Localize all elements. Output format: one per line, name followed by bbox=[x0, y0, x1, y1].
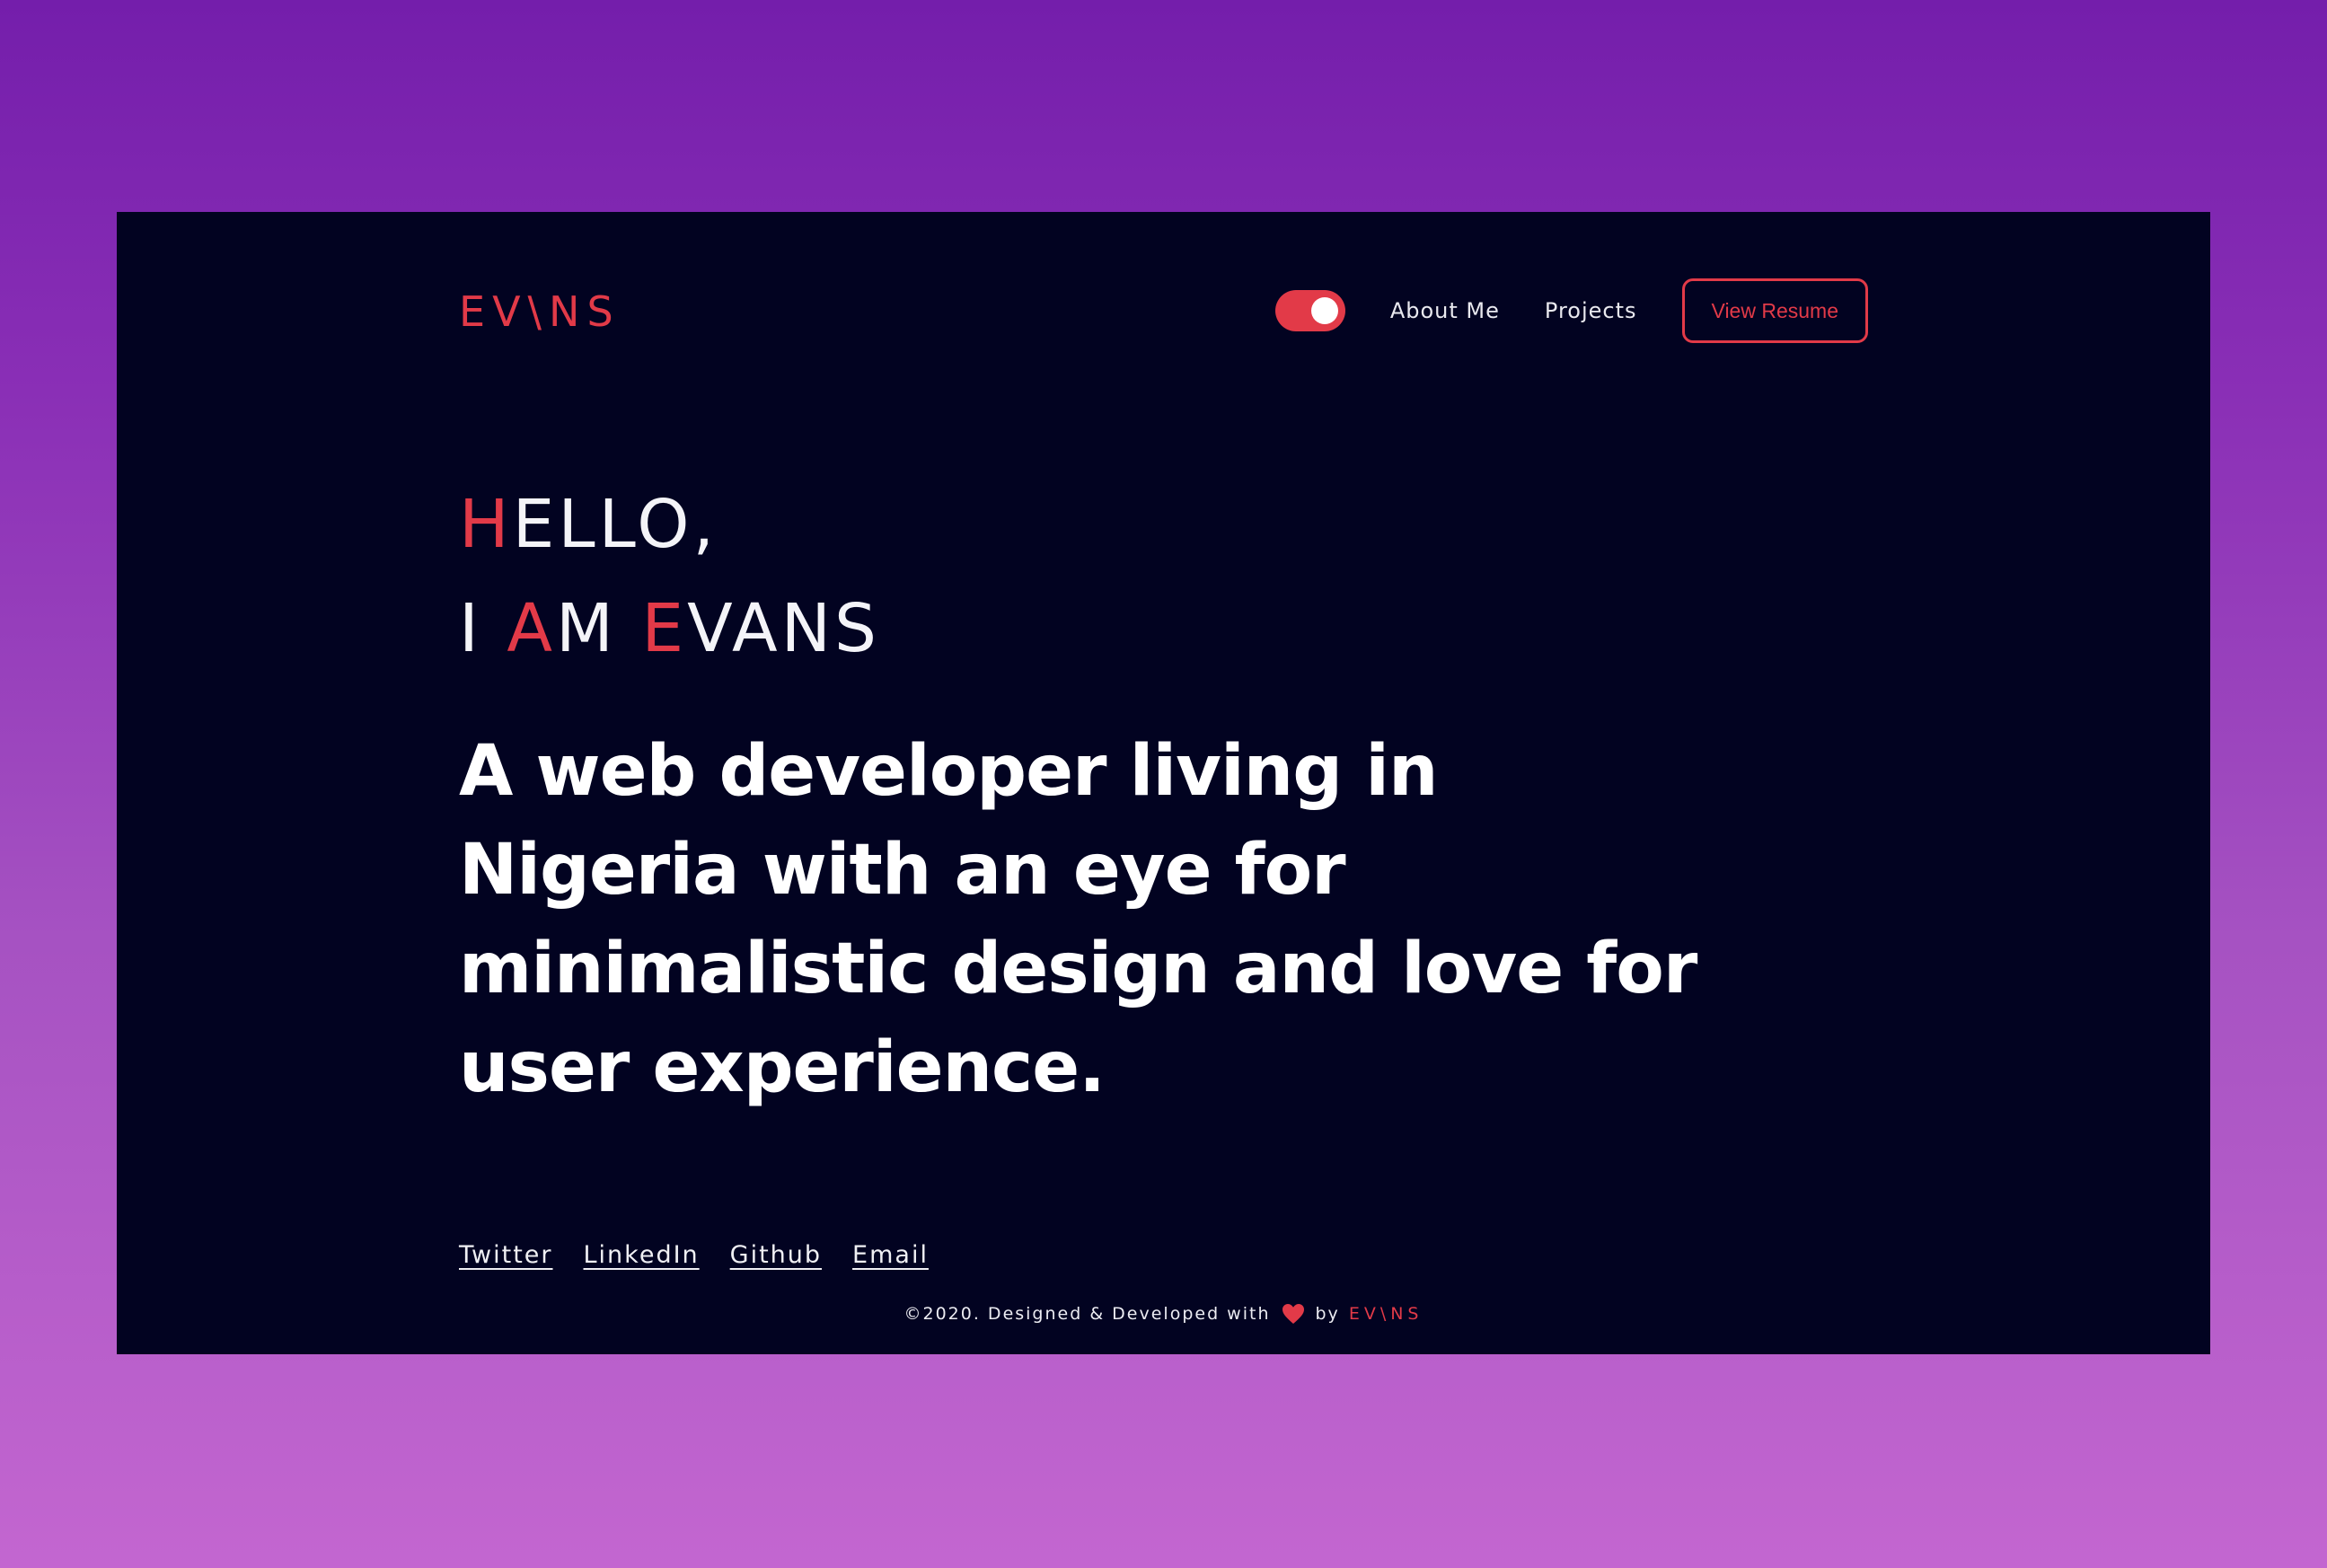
top-nav: About Me Projects View Resume bbox=[1274, 278, 1868, 343]
greeting-line-2: I AM EVANS bbox=[459, 577, 880, 681]
social-link-github[interactable]: Github bbox=[730, 1241, 822, 1269]
theme-toggle[interactable] bbox=[1274, 290, 1345, 331]
social-link-twitter[interactable]: Twitter bbox=[459, 1241, 553, 1269]
social-link-linkedin[interactable]: LinkedIn bbox=[584, 1241, 700, 1269]
hero-greeting: HELLO, I AM EVANS bbox=[459, 472, 880, 681]
greeting-accent-a: A bbox=[507, 590, 556, 667]
greeting-part-vans: VANS bbox=[687, 590, 880, 667]
social-link-email[interactable]: Email bbox=[852, 1241, 929, 1269]
greeting-part-i: I bbox=[459, 590, 507, 667]
hero-tagline: A web developer living in Nigeria with a… bbox=[459, 731, 1697, 1108]
logo[interactable]: EV\NS bbox=[459, 291, 621, 332]
footer-by: by bbox=[1315, 1304, 1340, 1324]
portfolio-window: EV\NS About Me Projects View Resume HELL… bbox=[117, 212, 2210, 1354]
view-resume-button[interactable]: View Resume bbox=[1681, 278, 1868, 343]
greeting-rest: ELLO, bbox=[512, 486, 718, 563]
footer-brand[interactable]: EV\NS bbox=[1349, 1304, 1424, 1324]
heart-icon bbox=[1282, 1303, 1305, 1325]
greeting-accent-e: E bbox=[641, 590, 688, 667]
toggle-knob bbox=[1310, 297, 1338, 324]
greeting-accent-h: H bbox=[459, 486, 513, 563]
nav-link-projects[interactable]: Projects bbox=[1545, 298, 1637, 323]
social-links: Twitter LinkedIn Github Email bbox=[459, 1241, 959, 1269]
footer: ©2020. Designed & Developed with by EV\N… bbox=[117, 1303, 2210, 1325]
footer-copyright: ©2020. Designed & Developed with bbox=[903, 1304, 1271, 1324]
greeting-line-1: HELLO, bbox=[459, 472, 880, 577]
greeting-part-m: M bbox=[555, 590, 642, 667]
nav-link-about-me[interactable]: About Me bbox=[1390, 298, 1500, 323]
